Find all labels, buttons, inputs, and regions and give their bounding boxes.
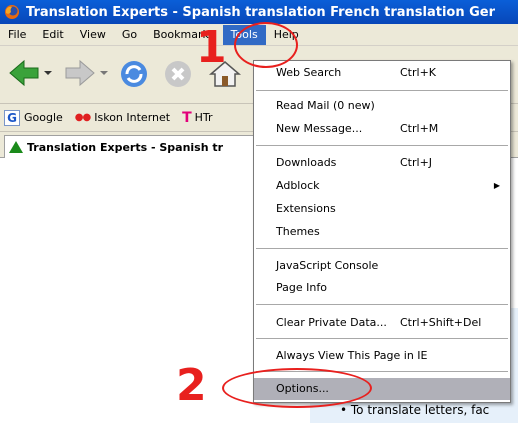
menu-item-web-search[interactable]: Web Search Ctrl+K — [254, 62, 510, 84]
menu-item-label: Clear Private Data... — [276, 316, 387, 329]
menu-separator — [256, 304, 508, 305]
menu-item-view-in-ie[interactable]: Always View This Page in IE — [254, 345, 510, 367]
menu-item-label: Downloads — [276, 156, 337, 169]
menu-item-label: Read Mail (0 new) — [276, 99, 375, 112]
back-arrow-icon[interactable] — [6, 58, 54, 88]
bookmark-label: HTr — [194, 111, 213, 124]
menu-item-label: Page Info — [276, 281, 327, 294]
menu-item-shortcut: Ctrl+Shift+Del — [400, 316, 482, 329]
stop-icon[interactable] — [162, 58, 194, 90]
window-title: Translation Experts - Spanish translatio… — [26, 4, 496, 20]
menu-item-label: Web Search — [276, 66, 342, 79]
bookmark-iskon[interactable]: ●● Iskon Internet — [75, 111, 170, 124]
menu-separator — [256, 248, 508, 249]
iskon-icon: ●● — [74, 112, 91, 123]
menu-item-label: Always View This Page in IE — [276, 349, 428, 362]
menu-item-clear-private-data[interactable]: Clear Private Data... Ctrl+Shift+Del — [254, 312, 510, 334]
tab-translation-experts[interactable]: Translation Experts - Spanish tr — [4, 135, 254, 158]
menu-view[interactable]: View — [72, 25, 114, 45]
menu-separator — [256, 145, 508, 146]
step-1-label: 1 — [196, 22, 227, 73]
menu-item-adblock[interactable]: Adblock ▶ — [254, 175, 510, 197]
menu-item-shortcut: Ctrl+J — [400, 156, 433, 169]
menu-item-downloads[interactable]: Downloads Ctrl+J — [254, 152, 510, 174]
menu-edit[interactable]: Edit — [34, 25, 71, 45]
firefox-icon — [5, 5, 19, 19]
menu-item-label: Themes — [276, 225, 320, 238]
menu-separator — [256, 90, 508, 91]
tools-menu-highlight-ellipse — [234, 22, 298, 68]
menu-item-extensions[interactable]: Extensions — [254, 198, 510, 220]
tab-label: Translation Experts - Spanish tr — [27, 140, 224, 154]
bookmark-label: Google — [24, 111, 63, 124]
tools-menu: Web Search Ctrl+K Read Mail (0 new) New … — [253, 60, 511, 403]
site-favicon-icon — [9, 141, 23, 153]
menu-item-shortcut: Ctrl+K — [400, 66, 437, 79]
menu-item-read-mail[interactable]: Read Mail (0 new) — [254, 95, 510, 117]
menu-item-label: Extensions — [276, 202, 336, 215]
menu-item-label: Adblock — [276, 179, 320, 192]
menu-file[interactable]: File — [0, 25, 34, 45]
menu-item-javascript-console[interactable]: JavaScript Console — [254, 255, 510, 277]
bookmark-google[interactable]: G Google — [4, 109, 63, 126]
reload-icon[interactable] — [118, 58, 150, 90]
t-mobile-icon: T — [182, 109, 192, 126]
menu-item-label: JavaScript Console — [276, 259, 379, 272]
submenu-arrow-icon: ▶ — [493, 181, 500, 190]
menu-separator — [256, 338, 508, 339]
bookmark-label: Iskon Internet — [94, 111, 171, 124]
forward-arrow-icon[interactable] — [62, 58, 110, 88]
menu-item-page-info[interactable]: Page Info — [254, 277, 510, 299]
step-2-label: 2 — [176, 360, 207, 411]
menu-item-new-message[interactable]: New Message... Ctrl+M — [254, 118, 510, 140]
options-highlight-ellipse — [222, 368, 372, 408]
menu-item-shortcut: Ctrl+M — [400, 122, 439, 135]
menu-go[interactable]: Go — [114, 25, 145, 45]
menu-item-label: New Message... — [276, 122, 363, 135]
menu-item-themes[interactable]: Themes — [254, 221, 510, 243]
google-icon: G — [4, 109, 20, 126]
page-bullet-text: • To translate letters, fac — [340, 403, 490, 417]
bookmark-htr[interactable]: T HTr — [182, 110, 212, 126]
title-bar: Translation Experts - Spanish translatio… — [0, 0, 518, 24]
